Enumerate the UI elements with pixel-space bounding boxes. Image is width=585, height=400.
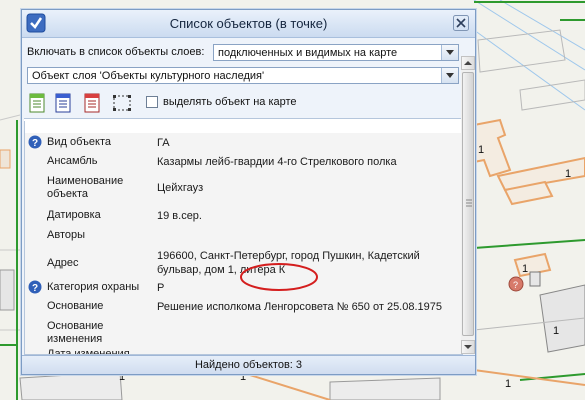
property-value: ГА <box>157 137 170 149</box>
property-value: Цейхгауз <box>157 182 204 194</box>
map-label: 1 <box>505 378 512 390</box>
property-row: ? Вид объекта ГА <box>25 133 462 153</box>
map-label: 1 <box>478 144 485 156</box>
object-select[interactable]: Объект слоя 'Объекты культурного наследи… <box>27 67 459 84</box>
chevron-down-icon <box>446 50 454 55</box>
chevron-down-icon <box>446 73 454 78</box>
property-value: Решение исполкома Ленгорсовета № 650 от … <box>157 301 443 313</box>
property-key: Ансамбль <box>47 155 98 167</box>
export-pdf-icon[interactable] <box>82 93 102 113</box>
question-info-icon[interactable]: ? <box>28 280 42 294</box>
scroll-down-button[interactable] <box>461 340 475 354</box>
scrollbar-thumb[interactable] <box>462 72 474 336</box>
property-key: Вид объекта <box>47 136 111 148</box>
svg-text:?: ? <box>513 280 518 290</box>
scroll-up-button[interactable] <box>461 56 475 70</box>
properties-panel: ? Вид объекта ГА Ансамбль Казармы лейб-г… <box>24 121 463 355</box>
property-key: Датировка <box>47 209 101 221</box>
property-key: Основание <box>47 300 104 312</box>
map-label: 1 <box>565 168 572 180</box>
objects-found-count: Найдено объектов: 3 <box>194 359 303 371</box>
annotation-ellipse <box>240 263 318 291</box>
window-title: Список объектов (в точке) <box>169 16 328 31</box>
property-row: Дата изменения <box>25 347 462 355</box>
map-label: 1 <box>522 263 529 275</box>
layers-filter-value: подключенных и видимых на карте <box>218 47 398 59</box>
vertical-scrollbar[interactable] <box>461 56 475 354</box>
grip-icon <box>466 199 472 207</box>
property-row: Наименование объекта Цейхгауз <box>25 172 462 207</box>
highlight-object-checkbox[interactable] <box>146 96 158 108</box>
chevron-up-icon <box>464 61 472 65</box>
dropdown-button[interactable] <box>441 68 458 83</box>
status-bar: Найдено объектов: 3 <box>22 355 475 374</box>
property-key: Наименование объекта <box>47 175 124 200</box>
property-key: Авторы <box>47 229 85 241</box>
property-row: Основание изменения <box>25 317 462 348</box>
property-row: Датировка 19 в.сер. <box>25 206 462 227</box>
property-row: Ансамбль Казармы лейб-гвардии 4-го Стрел… <box>25 152 462 173</box>
dropdown-button[interactable] <box>441 45 458 60</box>
layers-filter-label: Включать в список объекты слоев: <box>27 46 205 58</box>
object-list-dialog: Список объектов (в точке) Включать в спи… <box>21 9 476 375</box>
svg-text:?: ? <box>32 138 38 149</box>
select-area-icon[interactable] <box>112 93 132 113</box>
property-row: Основание Решение исполкома Ленгорсовета… <box>25 297 462 318</box>
object-select-value: Объект слоя 'Объекты культурного наследи… <box>32 70 265 82</box>
property-key: Категория охраны <box>47 281 140 293</box>
chevron-down-icon <box>464 345 472 349</box>
export-word-icon[interactable] <box>53 93 73 113</box>
property-row: Авторы <box>25 226 462 247</box>
property-key: Адрес <box>47 257 79 269</box>
svg-text:?: ? <box>32 283 38 294</box>
property-value: Казармы лейб-гвардии 4-го Стрелкового по… <box>157 156 397 168</box>
property-value: 19 в.сер. <box>157 210 202 222</box>
highlight-object-label: выделять объект на карте <box>163 96 297 108</box>
title-bar[interactable]: Список объектов (в точке) <box>22 10 475 38</box>
layers-filter-select[interactable]: подключенных и видимых на карте <box>213 44 459 61</box>
export-excel-icon[interactable] <box>27 93 47 113</box>
question-info-icon[interactable]: ? <box>28 135 42 149</box>
property-key: Дата изменения <box>47 348 130 355</box>
property-key: Основание изменения <box>47 320 104 345</box>
map-label: 1 <box>553 325 560 337</box>
close-icon[interactable] <box>453 15 469 31</box>
